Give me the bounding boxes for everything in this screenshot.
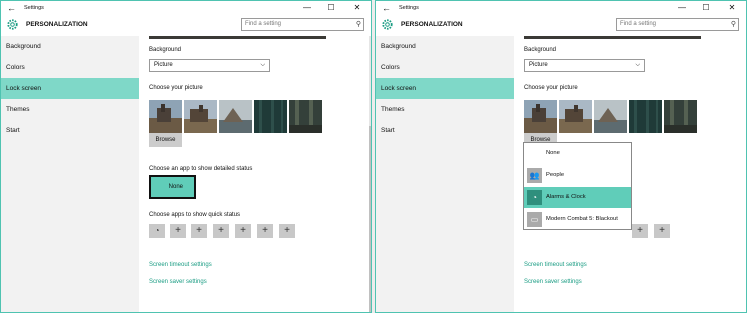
search-placeholder: Find a setting [245,21,282,27]
background-label: Background [149,47,182,53]
picture-thumbnail[interactable] [559,100,592,133]
game-icon: ▭ [527,212,542,227]
main-content: Background Picture ⌵ Choose your picture… [139,36,371,312]
app-header: PERSONALIZATION Find a setting ⚲ [1,15,371,34]
picture-thumbnail[interactable] [254,100,287,133]
picture-thumbnail[interactable] [524,100,557,133]
add-quick-status-button[interactable]: + [654,224,670,238]
add-quick-status-button[interactable]: + [235,224,251,238]
add-quick-status-button[interactable]: + [191,224,207,238]
screen-timeout-link[interactable]: Screen timeout settings [149,262,212,268]
back-button[interactable]: ← [7,1,16,15]
back-button[interactable]: ← [382,1,391,15]
minimize-button[interactable]: — [670,1,694,15]
background-dropdown[interactable]: Picture ⌵ [524,59,645,72]
picture-thumbnail[interactable] [629,100,662,133]
sidebar-item-lock-screen[interactable]: Lock screen [1,78,139,99]
picture-thumbnail[interactable] [149,100,182,133]
search-input[interactable]: Find a setting ⚲ [241,18,364,31]
people-icon: 👥 [527,168,542,183]
menu-item-label: People [546,172,565,178]
lock-screen-preview [524,36,701,39]
sidebar-item-colors[interactable]: Colors [376,57,514,78]
title-bar: ← Settings — ☐ ✕ [1,1,371,15]
sidebar-item-start[interactable]: Start [376,120,514,141]
page-title: PERSONALIZATION [26,21,88,28]
picture-thumbnail[interactable] [184,100,217,133]
settings-window-left: ← Settings — ☐ ✕ PERSONALIZATION Find a … [0,0,372,313]
quick-status-label: Choose apps to show quick status [149,212,241,218]
screen-saver-link[interactable]: Screen saver settings [524,279,582,285]
detailed-status-button[interactable]: None [149,175,196,199]
screen-timeout-link[interactable]: Screen timeout settings [524,262,587,268]
choose-picture-label: Choose your picture [149,85,203,91]
alarm-clock-icon: ◔ [527,190,542,205]
menu-item-none[interactable]: None [524,143,631,164]
close-button[interactable]: ✕ [720,1,744,15]
sidebar-item-start[interactable]: Start [1,120,139,141]
close-button[interactable]: ✕ [345,1,369,15]
maximize-button[interactable]: ☐ [319,1,343,15]
app-header: PERSONALIZATION Find a setting ⚲ [376,15,746,34]
background-dropdown-value: Picture [154,62,173,68]
add-quick-status-button[interactable]: + [213,224,229,238]
window-title: Settings [399,5,419,11]
gear-icon [382,19,393,30]
sidebar-item-lock-screen[interactable]: Lock screen [376,78,514,99]
detailed-status-menu: None 👥 People ◔ Alarms & Clock ▭ Modern … [523,142,632,230]
sidebar-item-themes[interactable]: Themes [1,99,139,120]
menu-item-alarms-clock[interactable]: ◔ Alarms & Clock [524,187,631,208]
add-quick-status-button[interactable]: + [170,224,186,238]
minimize-button[interactable]: — [295,1,319,15]
sidebar-item-colors[interactable]: Colors [1,57,139,78]
search-icon[interactable]: ⚲ [731,19,736,30]
search-placeholder: Find a setting [620,21,657,27]
page-title: PERSONALIZATION [401,21,463,28]
maximize-button[interactable]: ☐ [694,1,718,15]
sidebar-item-themes[interactable]: Themes [376,99,514,120]
background-dropdown-value: Picture [529,62,548,68]
picture-thumbnail[interactable] [219,100,252,133]
sidebar: Background Colors Lock screen Themes Sta… [376,36,514,312]
picture-thumbnail[interactable] [594,100,627,133]
menu-item-modern-combat[interactable]: ▭ Modern Combat 5: Blackout [524,209,631,230]
alarm-icon[interactable]: ◔ [149,224,165,238]
background-dropdown[interactable]: Picture ⌵ [149,59,270,72]
window-title: Settings [24,5,44,11]
sidebar-item-background[interactable]: Background [376,36,514,57]
detailed-status-label: Choose an app to show detailed status [149,166,253,172]
screen-saver-link[interactable]: Screen saver settings [149,279,207,285]
search-icon[interactable]: ⚲ [356,19,361,30]
add-quick-status-button[interactable]: + [632,224,648,238]
picture-thumbnail[interactable] [289,100,322,133]
gear-icon [7,19,18,30]
add-quick-status-button[interactable]: + [279,224,295,238]
sidebar: Background Colors Lock screen Themes Sta… [1,36,139,312]
menu-item-label: Modern Combat 5: Blackout [546,216,618,222]
add-quick-status-button[interactable]: + [257,224,273,238]
chevron-down-icon: ⌵ [635,62,640,68]
menu-item-label: Alarms & Clock [546,194,586,200]
sidebar-item-background[interactable]: Background [1,36,139,57]
settings-window-right: ← Settings — ☐ ✕ PERSONALIZATION Find a … [375,0,747,313]
title-bar: ← Settings — ☐ ✕ [376,1,746,15]
search-input[interactable]: Find a setting ⚲ [616,18,739,31]
background-label: Background [524,47,557,53]
chevron-down-icon: ⌵ [260,62,265,68]
menu-item-label: None [546,150,560,156]
picture-thumbnail[interactable] [664,100,697,133]
browse-button[interactable]: Browse [149,133,182,147]
choose-picture-label: Choose your picture [524,85,578,91]
menu-item-people[interactable]: 👥 People [524,165,631,186]
lock-screen-preview [149,36,326,39]
